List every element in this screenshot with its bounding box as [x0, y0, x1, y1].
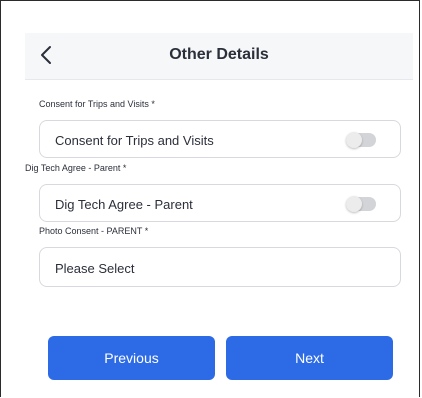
consent-trips-toggle[interactable]: [346, 132, 376, 148]
screen: Other Details Consent for Trips and Visi…: [25, 27, 413, 398]
consent-trips-text: Consent for Trips and Visits: [55, 133, 214, 148]
consent-trips-field[interactable]: Consent for Trips and Visits: [39, 120, 401, 158]
photo-consent-value: Please Select: [55, 261, 135, 276]
toggle-knob: [346, 132, 362, 148]
header-bar: Other Details: [25, 33, 413, 80]
dig-tech-label: Dig Tech Agree - Parent *: [25, 163, 127, 173]
dig-tech-field[interactable]: Dig Tech Agree - Parent: [39, 184, 401, 222]
page-title: Other Details: [169, 46, 269, 63]
previous-button[interactable]: Previous: [48, 336, 215, 380]
consent-trips-label: Consent for Trips and Visits *: [39, 99, 155, 109]
next-button[interactable]: Next: [226, 336, 393, 380]
photo-consent-label: Photo Consent - PARENT *: [39, 226, 149, 236]
dig-tech-toggle[interactable]: [346, 196, 376, 212]
dig-tech-text: Dig Tech Agree - Parent: [55, 197, 193, 212]
photo-consent-select[interactable]: Please Select: [39, 247, 401, 287]
toggle-knob: [346, 196, 362, 212]
